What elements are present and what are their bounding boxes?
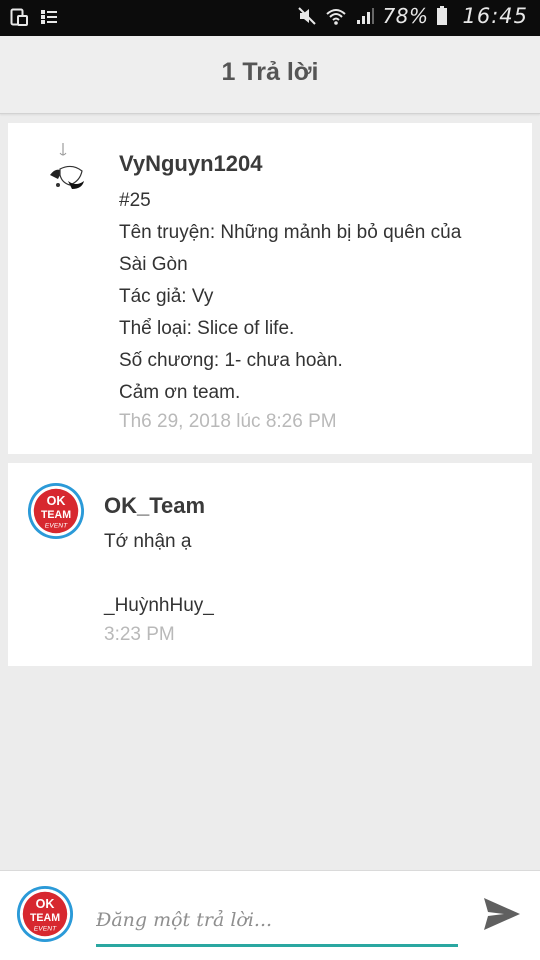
logo-text: EVENT (34, 925, 57, 932)
reply-bar: OK TEAM EVENT (0, 870, 540, 960)
logo-text: TEAM (41, 509, 71, 521)
send-icon[interactable] (480, 892, 524, 936)
mute-icon (297, 7, 316, 25)
avatar: OK TEAM EVENT (16, 885, 74, 943)
comment-text-line: Tác giả: Vy (119, 286, 214, 307)
logo-text: TEAM (30, 912, 60, 924)
comment-text-line: _HuỳnhHuy_ (104, 595, 214, 616)
gallery-icon (41, 10, 57, 24)
battery-icon (437, 6, 448, 25)
comment-text-line: #25 (119, 190, 151, 211)
comment-text-line: Sài Gòn (119, 254, 188, 275)
wifi-icon (325, 9, 346, 25)
comment-text-line: Tớ nhận ạ (104, 531, 192, 552)
comment-text-line: Tên truyện: Những mảnh bị bỏ quên của (119, 222, 462, 243)
comment-card: OK TEAM EVENT OK_Team Tớ nhận ạ _HuỳnhHu… (8, 463, 532, 666)
logo-text: OK (36, 897, 55, 911)
page-title: 1 Trả lời (221, 58, 319, 86)
comment-card: VyNguyn1204 #25 Tên truyện: Những mảnh b… (8, 123, 532, 454)
comment-text-line: Thể loại: Slice of life. (119, 318, 295, 339)
logo-text: OK (47, 494, 66, 508)
battery-percent: 78% (382, 4, 429, 28)
logo-text: EVENT (45, 522, 68, 529)
screenshot-icon (10, 8, 28, 26)
signal-icon (356, 8, 374, 24)
header: 1 Trả lời (0, 36, 540, 114)
status-bar: 78% 16:45 (0, 0, 540, 36)
clock: 16:45 (462, 4, 528, 28)
timestamp: 3:23 PM (104, 624, 175, 645)
timestamp: Th6 29, 2018 lúc 8:26 PM (119, 411, 337, 432)
reply-input[interactable] (96, 899, 458, 947)
comment-text-line: Cảm ơn team. (119, 382, 241, 403)
avatar[interactable] (46, 141, 96, 201)
username[interactable]: OK_Team (104, 493, 205, 519)
comment-text-line: Số chương: 1- chưa hoàn. (119, 350, 343, 371)
username[interactable]: VyNguyn1204 (119, 151, 262, 177)
avatar[interactable]: OK TEAM EVENT (27, 482, 85, 540)
